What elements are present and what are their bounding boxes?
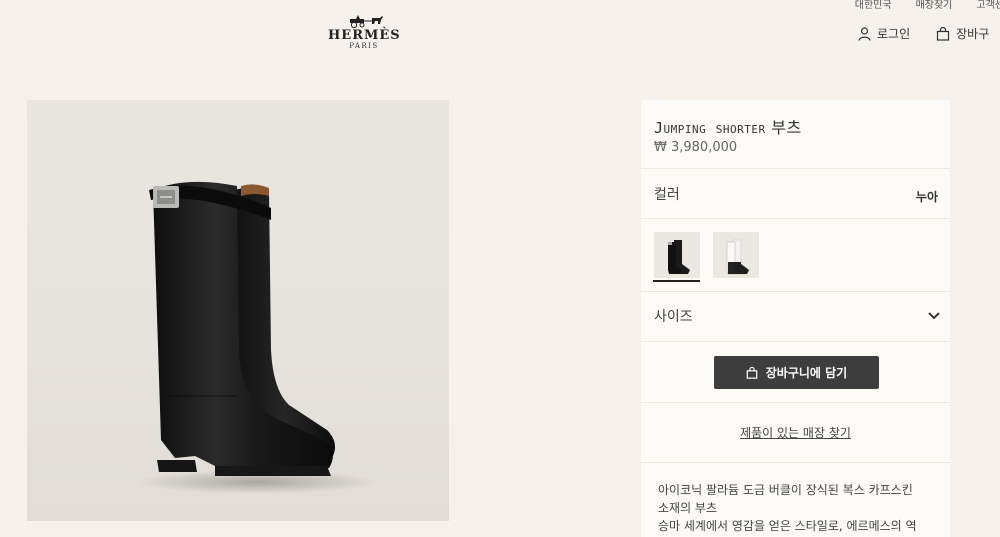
brand-city: PARIS bbox=[349, 42, 379, 50]
login-label: 로그인 bbox=[877, 27, 911, 41]
divider bbox=[641, 402, 950, 403]
black-boots-thumbnail bbox=[654, 232, 700, 278]
product-panel: Jumping shorter 부츠 ₩ 3,980,000 컬러 누아 사이즈 bbox=[641, 100, 950, 537]
bag-icon bbox=[746, 366, 758, 379]
white-boots-thumbnail bbox=[713, 232, 759, 278]
description-line: 아이코닉 팔라듐 도금 버클이 장식된 복스 카프스킨 bbox=[658, 483, 913, 497]
bag-icon bbox=[937, 26, 950, 41]
product-title-korean: 부츠 bbox=[771, 118, 802, 137]
color-selector-header: 컬러 누아 bbox=[654, 184, 938, 205]
divider bbox=[641, 218, 950, 219]
product-price: ₩ 3,980,000 bbox=[654, 140, 738, 155]
color-label: 컬러 bbox=[654, 187, 680, 203]
size-selector[interactable]: 사이즈 bbox=[654, 306, 940, 326]
chevron-down-icon bbox=[928, 312, 940, 320]
divider bbox=[641, 291, 950, 292]
product-image[interactable] bbox=[27, 100, 449, 521]
user-icon bbox=[858, 26, 871, 41]
description-line: 소재의 부츠 bbox=[658, 501, 718, 515]
product-title-latin: Jumping shorter bbox=[654, 119, 766, 137]
find-store-link[interactable]: 제품이 있는 매장 찾기 bbox=[641, 424, 950, 441]
color-swatch-white[interactable] bbox=[713, 232, 759, 278]
header-actions: 로그인 장바구 bbox=[858, 25, 989, 42]
color-swatch-black[interactable] bbox=[654, 232, 700, 278]
cart-label: 장바구 bbox=[956, 27, 990, 41]
description-line: 승마 세계에서 영감을 얻은 스타일로, 에르메스의 역 bbox=[658, 519, 917, 533]
product-title: Jumping shorter 부츠 bbox=[654, 114, 802, 138]
divider bbox=[641, 168, 950, 169]
login-link[interactable]: 로그인 bbox=[858, 25, 910, 42]
divider bbox=[641, 462, 950, 463]
add-to-cart-label: 장바구니에 담기 bbox=[765, 366, 848, 380]
utility-links: 대한민국 매장찾기 고객센 bbox=[855, 0, 1000, 11]
util-link-country[interactable]: 대한민국 bbox=[855, 0, 892, 11]
util-link-customer-service[interactable]: 고객센 bbox=[976, 0, 1000, 11]
product-description: 아이코닉 팔라듐 도금 버클이 장식된 복스 카프스킨 소재의 부츠 승마 세계… bbox=[658, 481, 938, 535]
brand-logo[interactable]: HERMÈS PARIS bbox=[328, 14, 400, 50]
carriage-logo-icon bbox=[350, 15, 383, 28]
selected-swatch-indicator bbox=[653, 280, 700, 282]
size-label: 사이즈 bbox=[654, 309, 693, 325]
util-link-store-locator[interactable]: 매장찾기 bbox=[916, 0, 953, 11]
divider bbox=[641, 341, 950, 342]
color-value: 누아 bbox=[915, 190, 938, 204]
add-to-cart-button[interactable]: 장바구니에 담기 bbox=[714, 356, 879, 389]
boots-illustration bbox=[137, 181, 377, 494]
brand-name: HERMÈS bbox=[328, 28, 401, 43]
cart-link[interactable]: 장바구 bbox=[936, 25, 989, 42]
